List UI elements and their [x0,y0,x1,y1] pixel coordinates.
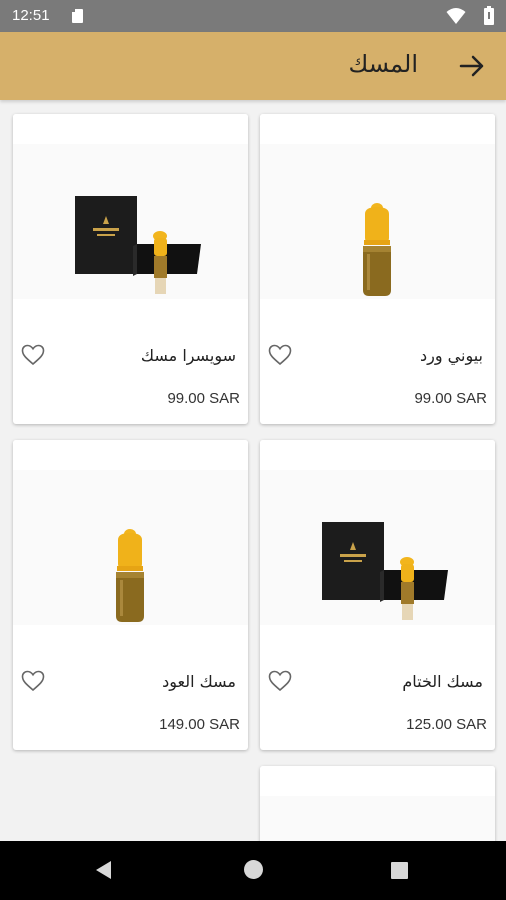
heart-icon[interactable] [21,670,45,692]
perfume-bottle-image [363,203,391,296]
heart-icon[interactable] [268,344,292,366]
heart-icon[interactable] [21,344,45,366]
product-name: مسك العود [162,672,236,691]
page-title: المسك [348,50,419,78]
product-image [13,114,248,299]
nav-recents-icon[interactable] [391,862,408,879]
product-card[interactable]: مسك الختام 125.00 SAR [260,440,495,750]
perfume-box-image [322,522,448,620]
battery-icon [484,6,494,25]
system-nav-bar [0,841,506,900]
product-image [260,114,495,299]
product-name: مسك الختام [402,672,483,691]
perfume-bottle-image [116,529,144,622]
nav-back-icon[interactable] [96,861,111,879]
status-bar: 12:51 [0,0,506,32]
product-card[interactable]: مسك العود 149.00 SAR [13,440,248,750]
product-card[interactable]: سويسرا مسك 99.00 SAR [13,114,248,424]
app-bar: المسك [0,32,506,100]
product-image [260,440,495,625]
product-price: 149.00 SAR [159,716,240,733]
wifi-icon [446,8,466,24]
product-price: 125.00 SAR [406,716,487,733]
back-arrow-icon[interactable] [458,52,486,80]
product-price: 99.00 SAR [414,390,487,407]
product-image [13,440,248,625]
perfume-box-image [75,196,201,294]
product-name: بيوني ورد [420,346,483,365]
nav-home-icon[interactable] [244,860,263,879]
product-image [260,766,495,841]
product-price: 99.00 SAR [167,390,240,407]
product-grid: بيوني ورد 99.00 SAR سويسرا مسك 99.00 SAR… [0,100,506,841]
product-card-partial[interactable] [260,766,495,841]
heart-icon[interactable] [268,670,292,692]
product-name: سويسرا مسك [140,346,236,365]
status-time: 12:51 [12,7,50,24]
sd-card-icon [72,9,83,23]
product-card[interactable]: بيوني ورد 99.00 SAR [260,114,495,424]
